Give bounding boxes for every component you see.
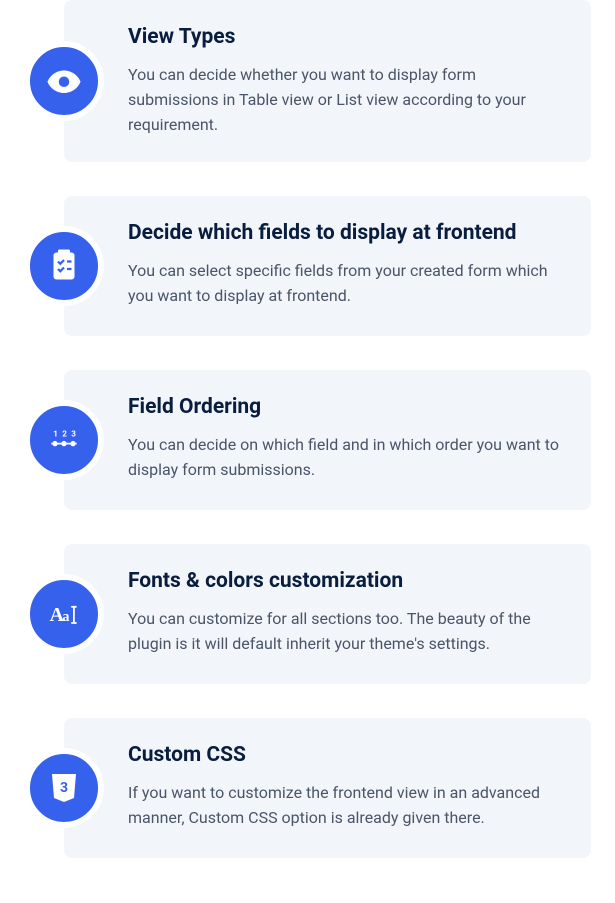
feature-description: You can customize for all sections too. … <box>128 607 563 657</box>
feature-title: Custom CSS <box>128 742 563 769</box>
feature-card-field-ordering: 1 2 3 Field Ordering You can decide on w… <box>64 370 591 510</box>
ordering-icon: 1 2 3 <box>24 400 104 480</box>
feature-card-view-types: View Types You can decide whether you wa… <box>64 0 591 162</box>
feature-description: You can decide whether you want to displ… <box>128 63 563 137</box>
svg-text:2: 2 <box>62 428 67 438</box>
feature-description: If you want to customize the frontend vi… <box>128 781 563 831</box>
feature-title: Field Ordering <box>128 394 563 421</box>
feature-title: Fonts & colors customization <box>128 568 563 595</box>
eye-icon <box>24 41 104 121</box>
feature-card-custom-css: 3 Custom CSS If you want to customize th… <box>64 718 591 858</box>
feature-card-fields-display: Decide which fields to display at fronte… <box>64 196 591 336</box>
feature-title: View Types <box>128 24 563 51</box>
svg-text:a: a <box>62 609 69 625</box>
svg-text:3: 3 <box>71 428 76 438</box>
css-icon: 3 <box>24 748 104 828</box>
clipboard-icon <box>24 226 104 306</box>
feature-title: Decide which fields to display at fronte… <box>128 220 563 247</box>
svg-text:3: 3 <box>60 780 68 796</box>
feature-description: You can select specific fields from your… <box>128 259 563 309</box>
svg-text:1: 1 <box>53 428 58 438</box>
feature-card-fonts-colors: A a Fonts & colors customization You can… <box>64 544 591 684</box>
feature-description: You can decide on which field and in whi… <box>128 433 563 483</box>
fonts-icon: A a <box>24 574 104 654</box>
